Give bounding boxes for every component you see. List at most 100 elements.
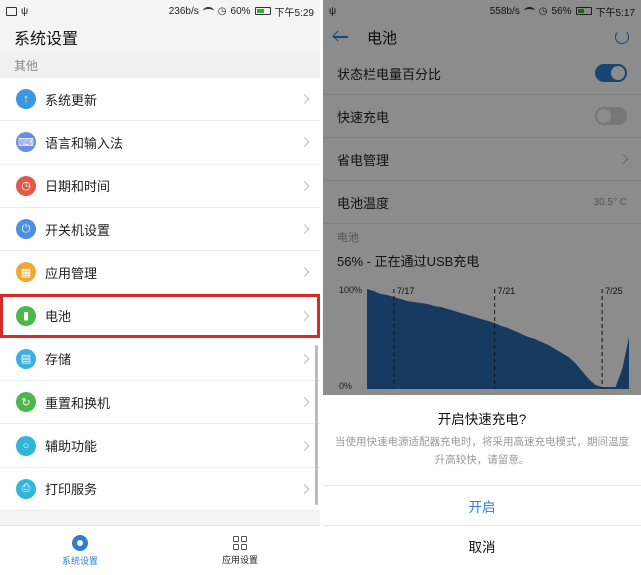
percentage-toggle[interactable] — [595, 64, 627, 82]
chevron-right-icon — [299, 310, 310, 321]
status-bar: ψ 558b/s ◷ 56% 下午5:17 — [323, 0, 641, 22]
date-marker-label: 7/17 — [397, 286, 415, 296]
battery-status-text: 56% - 正在通过USB充电 — [337, 253, 480, 269]
battery-history-chart: 100% 0% 7/17 7/21 7/25 — [339, 285, 629, 391]
battery-screen: ψ 558b/s ◷ 56% 下午5:17 电池 状态栏电量百分比 快速充电 省… — [323, 0, 641, 575]
net-speed: 558b/s — [489, 5, 520, 17]
date-marker-label: 7/25 — [605, 286, 623, 296]
chevron-right-icon — [299, 440, 310, 451]
settings-item[interactable]: ◷ 日期和时间 — [0, 165, 320, 208]
alarm-icon: ◷ — [217, 5, 227, 17]
nav-app-settings-label: 应用设置 — [221, 554, 258, 565]
battery-percent: 60% — [230, 5, 251, 17]
row-label: 电池温度 — [337, 195, 390, 211]
settings-item-label: 语言和输入法 — [45, 135, 124, 151]
battery-status-icon — [254, 7, 271, 15]
settings-item[interactable]: ▤ 存储 — [0, 338, 320, 382]
settings-item-label: 存储 — [45, 352, 72, 368]
enable-button[interactable]: 开启 — [323, 485, 641, 525]
row-power-saving[interactable]: 省电管理 — [323, 138, 641, 181]
dialog-title: 开启快速充电? — [437, 412, 527, 427]
system-settings-screen: ψ 236b/s ◷ 60% 下午5:29 系统设置 其他 ↑ 系统更新 ⌨ 语言和输… — [0, 0, 320, 575]
cancel-button[interactable]: 取消 — [323, 525, 641, 565]
row-label: 快速充电 — [337, 109, 390, 125]
refresh-icon[interactable] — [615, 30, 629, 44]
section-label-battery: 电池 — [337, 232, 359, 244]
chevron-right-icon — [299, 180, 310, 191]
settings-item-label: 应用管理 — [45, 265, 98, 281]
settings-item-label: 打印服务 — [45, 482, 98, 498]
back-arrow-icon[interactable] — [333, 31, 349, 43]
chevron-right-icon — [299, 483, 310, 494]
settings-item-label: 系统更新 — [45, 92, 98, 108]
wifi-icon — [202, 7, 214, 15]
section-label-other: 其他 — [0, 52, 320, 78]
accessibility-icon: ○ — [16, 435, 36, 456]
power-icon: ⏻ — [16, 219, 36, 240]
settings-item-label: 电池 — [45, 309, 72, 325]
print-icon: ⎙ — [16, 478, 36, 499]
row-battery-temperature: 电池温度 30.5° C — [323, 181, 641, 224]
storage-icon: ▤ — [16, 348, 36, 369]
chevron-right-icon — [618, 154, 629, 164]
apps-grid-icon — [233, 535, 247, 550]
battery-icon: ▮ — [16, 305, 36, 326]
settings-item-label: 日期和时间 — [45, 179, 111, 195]
keyboard-icon: ⌨ — [16, 132, 36, 153]
app-header: 电池 — [323, 22, 641, 52]
settings-item[interactable]: ▮ 电池 — [0, 294, 320, 338]
system-update-icon: ↑ — [16, 89, 36, 110]
settings-item[interactable]: ⏻ 开关机设置 — [0, 208, 320, 252]
nav-system-settings[interactable]: 系统设置 — [0, 526, 160, 575]
apps-icon: ▦ — [16, 262, 36, 283]
chevron-right-icon — [299, 224, 310, 234]
settings-item[interactable]: ○ 辅助功能 — [0, 424, 320, 468]
settings-item-label: 辅助功能 — [45, 439, 98, 455]
row-label: 省电管理 — [337, 152, 390, 168]
dialog-message: 当使用快速电源适配器充电时，将采用高速充电模式，期间温度升高较快，请留意。 — [335, 436, 629, 466]
battery-level-area — [367, 289, 629, 389]
fast-charge-dialog: 开启快速充电? 当使用快速电源适配器充电时，将采用高速充电模式，期间温度升高较快… — [323, 395, 641, 575]
settings-item[interactable]: ⌨ 语言和输入法 — [0, 121, 320, 165]
wifi-icon — [523, 7, 535, 15]
scrollbar[interactable] — [315, 345, 318, 505]
page-title: 电池 — [367, 29, 398, 47]
date-marker-label: 7/21 — [498, 286, 516, 296]
row-percentage-in-statusbar[interactable]: 状态栏电量百分比 — [323, 52, 641, 95]
row-label: 状态栏电量百分比 — [337, 66, 442, 82]
nav-app-settings[interactable]: 应用设置 — [160, 526, 320, 575]
chevron-right-icon — [299, 397, 310, 408]
settings-item[interactable]: ▦ 应用管理 — [0, 251, 320, 295]
settings-item-label: 重置和换机 — [45, 395, 111, 411]
chevron-right-icon — [299, 94, 310, 105]
chevron-right-icon — [299, 353, 310, 364]
page-title: 系统设置 — [14, 31, 79, 48]
clock-time: 下午5:29 — [274, 7, 314, 19]
row-fast-charge[interactable]: 快速充电 — [323, 95, 641, 138]
temperature-value: 30.5° C — [593, 196, 627, 208]
settings-item[interactable]: ⎙ 打印服务 — [0, 468, 320, 511]
reset-icon: ↻ — [16, 392, 36, 413]
clock-time: 下午5:17 — [595, 7, 635, 19]
gear-icon — [72, 534, 88, 551]
chevron-right-icon — [299, 137, 310, 148]
usb-icon: ψ — [21, 5, 29, 17]
settings-item[interactable]: ↻ 重置和换机 — [0, 381, 320, 425]
y-tick-label: 0% — [339, 381, 352, 391]
settings-item[interactable]: ↑ 系统更新 — [0, 78, 320, 122]
nav-system-settings-label: 系统设置 — [61, 555, 98, 566]
settings-list: ↑ 系统更新 ⌨ 语言和输入法 ◷ 日期和时间 ⏻ 开关机设置 ▦ 应用管理 ▮ 电池 ▤ 存储 ↻ 重置和换… — [0, 78, 320, 511]
chevron-right-icon — [299, 267, 310, 278]
battery-percent: 56% — [551, 5, 572, 17]
settings-item-label: 开关机设置 — [45, 222, 111, 238]
usb-icon: ψ — [329, 5, 337, 17]
status-bar: ψ 236b/s ◷ 60% 下午5:29 — [0, 0, 320, 22]
net-speed: 236b/s — [168, 5, 199, 17]
fast-charge-toggle[interactable] — [595, 107, 627, 125]
image-notification-icon — [6, 6, 17, 16]
y-tick-label: 100% — [339, 285, 362, 295]
clock-icon: ◷ — [16, 175, 36, 196]
bottom-nav: 系统设置 应用设置 — [0, 525, 320, 575]
battery-status-icon — [575, 7, 592, 15]
alarm-icon: ◷ — [538, 5, 548, 17]
